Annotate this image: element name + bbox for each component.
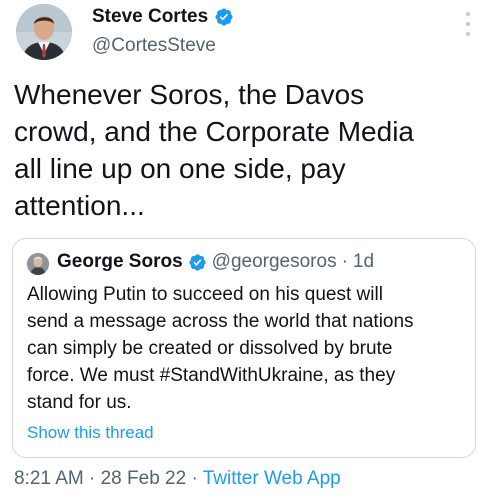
tweet-time[interactable]: 8:21 AM: [14, 468, 84, 489]
tweet-metadata: 8:21 AM · 28 Feb 22 · Twitter Web App: [14, 468, 341, 490]
verified-badge-icon: [214, 7, 234, 27]
quoted-tweet[interactable]: George Soros @georgesoros · 1d Allowing …: [12, 238, 476, 458]
quoted-tweet-text: Allowing Putin to succeed on his quest w…: [27, 284, 414, 413]
separator-dot: ·: [341, 251, 348, 272]
tweet-source-link[interactable]: Twitter Web App: [203, 468, 341, 489]
author-avatar[interactable]: [16, 4, 72, 60]
show-thread-link[interactable]: Show this thread: [27, 423, 154, 443]
tweet: Steve Cortes @CortesSteve Whenever Soros…: [0, 0, 490, 500]
quoted-author-handle[interactable]: @georgesoros: [212, 251, 337, 273]
author-handle[interactable]: @CortesSteve: [92, 35, 216, 57]
author-name[interactable]: Steve Cortes: [92, 6, 208, 28]
quoted-author-avatar[interactable]: [27, 253, 49, 275]
separator-dot: ·: [83, 468, 101, 489]
tweet-date[interactable]: 28 Feb 22: [101, 468, 187, 489]
tweet-text: Whenever Soros, the Davos crowd, and the…: [14, 79, 414, 221]
quoted-timestamp[interactable]: 1d: [353, 251, 374, 273]
quoted-header: George Soros @georgesoros · 1d: [57, 251, 374, 273]
more-options-icon[interactable]: [460, 10, 476, 38]
quoted-author-name[interactable]: George Soros: [57, 251, 183, 273]
separator-dot: ·: [186, 468, 203, 489]
verified-badge-icon: [188, 253, 207, 272]
author-name-row[interactable]: Steve Cortes: [92, 6, 234, 28]
